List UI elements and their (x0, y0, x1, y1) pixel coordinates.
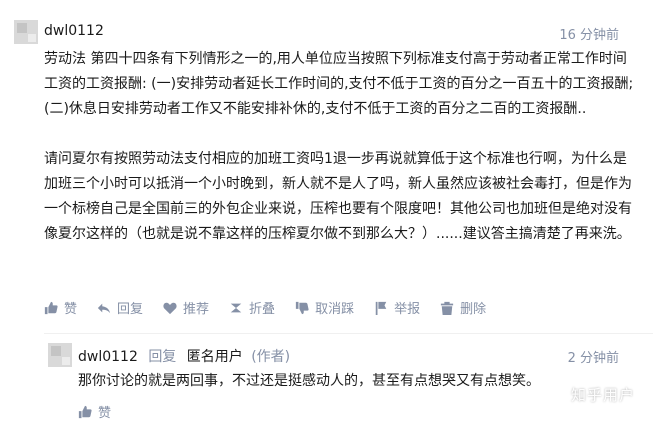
comment-content: 劳动法 第四十四条有下列情形之一的,用人单位应当按照下列标准支付高于劳动者正常工… (44, 47, 634, 247)
reply-author[interactable]: dwl0112 (78, 349, 138, 365)
thumbs-up-icon (44, 301, 58, 314)
comment-time: 16 分钟前 (559, 28, 619, 43)
reply-time: 2 分钟前 (567, 351, 619, 366)
reply-target[interactable]: 匿名用户 (187, 349, 243, 365)
trash-icon (440, 301, 454, 315)
reply-button[interactable]: 回复 (97, 298, 143, 317)
fold-button[interactable]: 折叠 (229, 298, 275, 317)
comment-actions: 赞 回复 推荐 折叠 取消踩 举报 删除 (44, 298, 506, 317)
avatar[interactable] (48, 343, 72, 367)
like-label: 赞 (98, 406, 112, 421)
like-button[interactable]: 赞 (78, 402, 111, 421)
thumbs-up-icon (78, 405, 92, 418)
delete-label: 删除 (460, 302, 487, 317)
comment-paragraph: 请问夏尔有按照劳动法支付相应的加班工资吗1退一步再说就算低于这个标准也行啊，为什… (44, 151, 632, 242)
comment-author[interactable]: dwl0112 (44, 23, 104, 39)
like-button[interactable]: 赞 (44, 298, 77, 317)
like-label: 赞 (64, 302, 78, 317)
report-button[interactable]: 举报 (374, 298, 420, 317)
fold-label: 折叠 (249, 302, 276, 317)
reply-content: 那你讨论的就是两回事，不过还是挺感动人的，甚至有点想哭又有点想笑。 (78, 373, 540, 389)
reply-item: dwl0112 回复 匿名用户 (作者) 2 分钟前 那你讨论的就是两回事，不过… (44, 333, 653, 422)
watermark: 知乎用户 (570, 386, 635, 404)
report-label: 举报 (394, 302, 421, 317)
thumbs-down-icon (295, 301, 309, 314)
comment-paragraph: 劳动法 第四十四条有下列情形之一的,用人单位应当按照下列标准支付高于劳动者正常工… (44, 51, 634, 117)
unlike-label: 取消踩 (315, 302, 355, 317)
reply-header: dwl0112 回复 匿名用户 (作者) (78, 346, 290, 366)
recommend-button[interactable]: 推荐 (163, 298, 209, 317)
heart-icon (163, 302, 177, 314)
reply-icon (97, 303, 111, 313)
fold-icon (230, 303, 242, 312)
unlike-button[interactable]: 取消踩 (295, 298, 354, 317)
reply-label: 回复 (117, 302, 144, 317)
author-tag: (作者) (251, 349, 291, 365)
delete-button[interactable]: 删除 (440, 298, 486, 317)
reply-word: 回复 (148, 349, 177, 365)
avatar[interactable] (14, 20, 38, 44)
flag-icon (375, 301, 387, 315)
reply-actions: 赞 (78, 402, 131, 421)
recommend-label: 推荐 (183, 302, 210, 317)
